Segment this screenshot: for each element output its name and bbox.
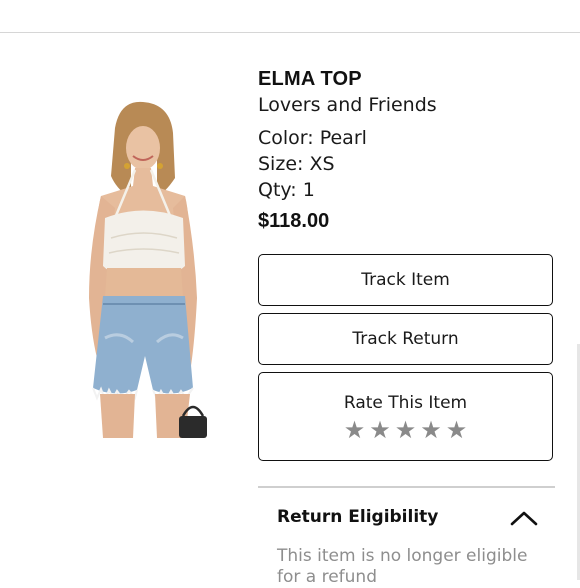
rate-item-box: Rate This Item ★ ★ ★ ★ ★: [258, 372, 553, 461]
track-item-button[interactable]: Track Item: [258, 254, 553, 306]
return-eligibility-title: Return Eligibility: [277, 507, 439, 527]
product-title[interactable]: ELMA TOP: [258, 68, 362, 91]
return-eligibility-message: This item is no longer eligible for a re…: [277, 546, 528, 587]
track-return-button[interactable]: Track Return: [258, 313, 553, 365]
product-color: Color: Pearl: [258, 127, 367, 149]
star-icon[interactable]: ★: [420, 417, 442, 443]
track-item-label: Track Item: [361, 270, 450, 290]
star-icon[interactable]: ★: [395, 417, 417, 443]
chevron-up-icon[interactable]: [510, 510, 538, 526]
return-eligibility-toggle[interactable]: Return Eligibility: [258, 500, 555, 534]
product-size: Size: XS: [258, 153, 335, 175]
rate-item-label: Rate This Item: [343, 392, 468, 413]
star-icon[interactable]: ★: [344, 417, 366, 443]
product-brand[interactable]: Lovers and Friends: [258, 94, 437, 116]
product-image[interactable]: [45, 98, 230, 443]
product-price: $118.00: [258, 210, 330, 232]
section-divider: [258, 486, 555, 488]
star-icon[interactable]: ★: [446, 417, 468, 443]
header-divider: [0, 32, 580, 33]
star-icon[interactable]: ★: [369, 417, 391, 443]
track-return-label: Track Return: [352, 329, 459, 349]
star-rating[interactable]: ★ ★ ★ ★ ★: [344, 417, 468, 443]
product-qty: Qty: 1: [258, 179, 315, 201]
